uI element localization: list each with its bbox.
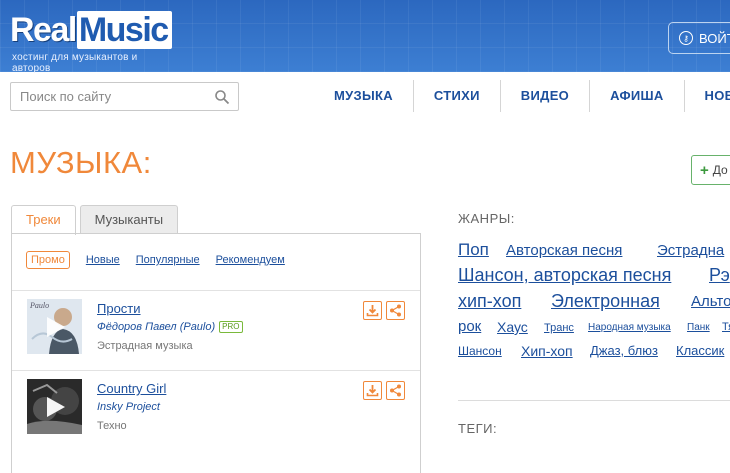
tracks-panel: Промо Новые Популярные Рекомендуем Paulo… — [11, 233, 421, 473]
track-row: Country Girl Insky Project Техно — [12, 370, 420, 450]
main-nav: МУЗЫКА СТИХИ ВИДЕО АФИША НОВ — [314, 80, 730, 112]
track-genre: Техно — [97, 420, 127, 432]
track-artist-line: Фёдоров Павел (Paulo) PRO — [97, 321, 243, 333]
nav-item-music[interactable]: МУЗЫКА — [314, 80, 413, 112]
genre-link[interactable]: Народная музыка — [588, 322, 671, 333]
track-row: Paulo Прости Фёдоров Павел (Paulo) PRO Э… — [12, 290, 420, 370]
track-title[interactable]: Прости — [97, 301, 141, 316]
track-actions — [363, 301, 405, 320]
play-icon[interactable] — [45, 395, 67, 419]
logo-music-text: Music — [76, 11, 172, 49]
site-logo[interactable]: RealMusic хостинг для музыкантов и автор… — [10, 10, 178, 74]
nav-item-news[interactable]: НОВ — [683, 80, 730, 112]
genre-link[interactable]: Джаз, блюз — [590, 343, 658, 358]
track-filter-bar: Промо Новые Популярные Рекомендуем — [26, 251, 285, 269]
genre-link[interactable]: Шансон — [458, 344, 502, 358]
logo-subtitle: хостинг для музыкантов и авторов — [12, 52, 138, 74]
download-button[interactable] — [363, 381, 382, 400]
filter-new[interactable]: Новые — [86, 254, 120, 266]
section-divider — [458, 400, 730, 401]
genre-link[interactable]: Рэ — [709, 265, 730, 286]
key-icon: ⚷ — [679, 31, 693, 45]
search-icon[interactable] — [214, 89, 230, 105]
track-title[interactable]: Country Girl — [97, 381, 166, 396]
download-icon — [366, 305, 379, 317]
download-icon — [366, 385, 379, 397]
genre-link[interactable]: Поп — [458, 240, 489, 260]
add-button-label: До — [712, 163, 728, 177]
share-icon — [390, 304, 401, 317]
pro-badge: PRO — [219, 321, 243, 333]
share-button[interactable] — [386, 381, 405, 400]
nav-item-poems[interactable]: СТИХИ — [412, 80, 500, 112]
site-header: RealMusic хостинг для музыкантов и автор… — [0, 0, 730, 74]
genre-link[interactable]: рок — [458, 318, 481, 335]
filter-recommended[interactable]: Рекомендуем — [216, 254, 285, 266]
search-box — [10, 82, 239, 111]
genres-heading: ЖАНРЫ: — [458, 211, 515, 226]
genre-link[interactable]: Тя — [722, 321, 730, 333]
filter-popular[interactable]: Популярные — [136, 254, 200, 266]
login-button[interactable]: ⚷ ВОЙТ — [668, 22, 730, 54]
track-genre: Эстрадная музыка — [97, 340, 193, 352]
share-button[interactable] — [386, 301, 405, 320]
tab-musicians[interactable]: Музыканты — [79, 205, 179, 234]
content-tabs: Треки Музыканты — [11, 205, 182, 235]
genre-link[interactable]: Электронная — [551, 291, 660, 312]
genre-link[interactable]: Хип-хоп — [521, 343, 573, 359]
download-button[interactable] — [363, 301, 382, 320]
cover-caption: Paulo — [29, 301, 49, 310]
nav-item-events[interactable]: АФИША — [589, 80, 683, 112]
genre-link[interactable]: Классик — [676, 343, 724, 358]
tags-heading: ТЕГИ: — [458, 421, 498, 436]
filter-promo[interactable]: Промо — [26, 251, 70, 269]
page-title: МУЗЫКА: — [10, 145, 152, 180]
genre-link[interactable]: Эстрадна — [657, 242, 724, 259]
genre-link[interactable]: хип-хоп — [458, 291, 521, 312]
search-input[interactable] — [11, 89, 206, 104]
track-artist-line: Insky Project — [97, 401, 160, 413]
tab-tracks[interactable]: Треки — [11, 205, 76, 235]
login-label: ВОЙТ — [699, 30, 730, 46]
play-icon[interactable] — [45, 315, 67, 339]
track-artist[interactable]: Insky Project — [97, 401, 160, 413]
genre-link[interactable]: Авторская песня — [506, 242, 622, 259]
plus-icon: + — [700, 161, 709, 179]
genre-link[interactable]: Шансон, авторская песня — [458, 265, 671, 286]
logo-real-text: Real — [10, 11, 77, 49]
nav-item-video[interactable]: ВИДЕО — [499, 80, 589, 112]
genre-link[interactable]: Альто — [691, 293, 730, 310]
genre-link[interactable]: Транс — [544, 322, 574, 334]
track-artist[interactable]: Фёдоров Павел (Paulo) — [97, 321, 215, 333]
genre-link[interactable]: Хаус — [497, 319, 528, 335]
track-actions — [363, 381, 405, 400]
genre-link[interactable]: Панк — [687, 322, 710, 333]
share-icon — [390, 384, 401, 397]
add-button[interactable]: + До — [691, 155, 730, 185]
